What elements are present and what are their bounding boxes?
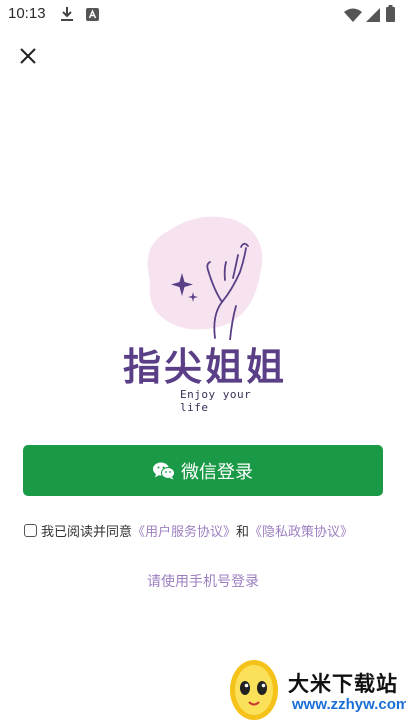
agreement-row: 我已阅读并同意 《用户服务协议》 和 《隐私政策协议》 [24,520,394,540]
close-button[interactable] [14,42,42,70]
download-icon [60,6,74,26]
watermark-title: 大米下载站 [288,672,398,696]
logo-graphic [147,216,263,340]
site-watermark: 大米下载站 www.zzhyw.com [222,650,406,723]
status-bar: 10:13 [0,0,406,30]
user-agreement-link[interactable]: 《用户服务协议》 [132,521,236,540]
wechat-login-button[interactable]: 微信登录 [23,445,383,496]
watermark-url: www.zzhyw.com [292,696,406,713]
signal-icon [366,7,380,26]
agreement-prefix: 我已阅读并同意 [41,524,133,540]
a-letter-icon [86,6,100,25]
agreement-checkbox[interactable] [24,523,37,537]
battery-icon [386,5,395,26]
phone-login-link[interactable]: 请使用手机号登录 [0,571,406,591]
wechat-icon [153,462,175,479]
brand-name: 指尖姐姐 [122,345,287,389]
status-time: 10:13 [8,5,46,22]
wechat-login-label: 微信登录 [181,461,253,483]
app-logo: 指尖姐姐 Enjoy your life [120,210,290,420]
wifi-icon [344,7,362,26]
close-icon [20,48,36,64]
brand-slogan: Enjoy your life [180,388,252,414]
privacy-policy-link[interactable]: 《隐私政策协议》 [249,521,353,540]
agreement-and: 和 [236,524,250,540]
watermark-mascot [230,660,278,720]
